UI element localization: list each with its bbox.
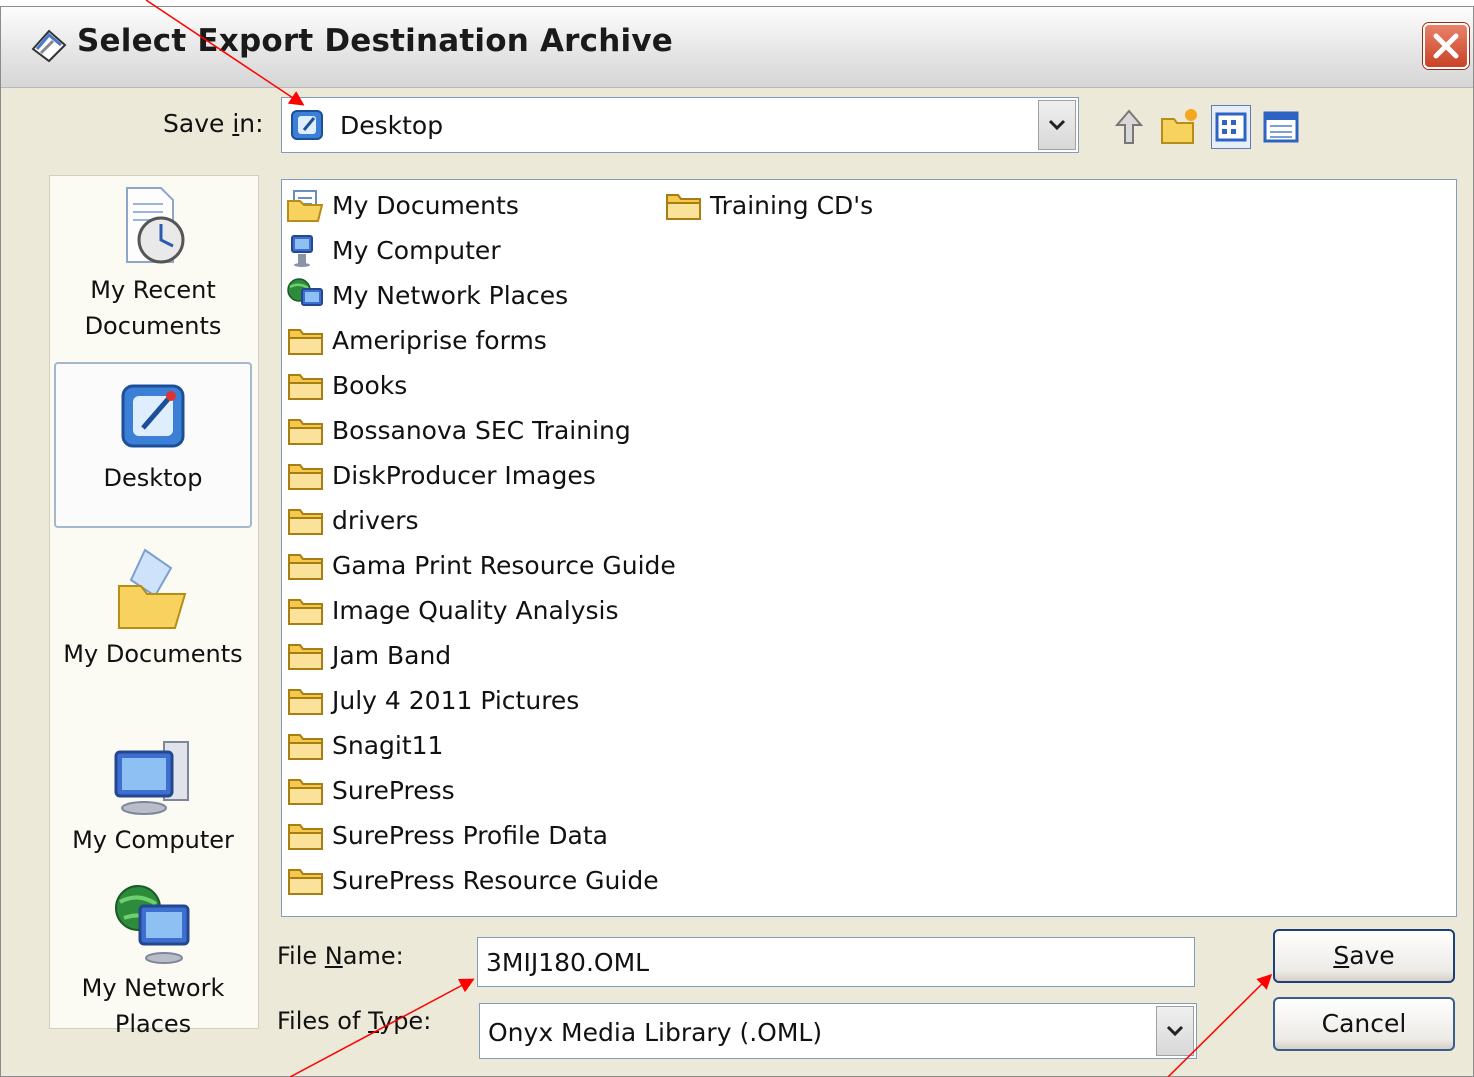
file-list-item[interactable]: Image Quality Analysis — [286, 589, 619, 631]
list-view-button[interactable] — [1211, 105, 1251, 149]
file-list-item[interactable]: SurePress Resource Guide — [286, 859, 659, 901]
my-computer-icon — [291, 235, 313, 267]
file-list-item[interactable]: drivers — [286, 499, 419, 541]
file-list-item[interactable]: My Documents — [286, 184, 519, 226]
folder-icon — [288, 824, 323, 850]
file-type-dropdown[interactable]: Onyx Media Library (.OML) — [479, 1003, 1197, 1059]
place-label: Places — [114, 1010, 192, 1038]
file-name-input[interactable]: 3MIJ180.OML — [477, 937, 1195, 987]
close-button[interactable] — [1423, 23, 1469, 69]
my-computer-icon — [114, 741, 189, 815]
details-view-icon — [1263, 111, 1299, 143]
file-list-item[interactable]: Bossanova SEC Training — [286, 409, 631, 451]
file-name: DiskProducer Images — [332, 460, 596, 490]
save-in-label: Save in: — [163, 109, 264, 138]
save-in-dropdown-button[interactable] — [1038, 100, 1076, 150]
save-in-value: Desktop — [340, 111, 444, 140]
folder-icon — [288, 599, 323, 625]
folder-icon — [288, 464, 323, 490]
folder-icon — [288, 419, 323, 445]
network-places-icon — [287, 278, 323, 306]
file-name: Bossanova SEC Training — [332, 415, 631, 445]
file-list-item[interactable]: Ameriprise forms — [286, 319, 547, 361]
dialog-title: Select Export Destination Archive — [77, 23, 673, 59]
export-dialog: Select Export Destination Archive Save i… — [0, 6, 1474, 1077]
folder-icon — [666, 194, 701, 220]
file-name-label: File Name: — [277, 942, 404, 970]
recent-documents-icon — [126, 187, 185, 264]
file-name: Jam Band — [332, 640, 452, 670]
folder-icon — [288, 869, 323, 895]
file-type-dropdown-button[interactable] — [1156, 1006, 1194, 1056]
file-name: My Documents — [332, 190, 519, 220]
file-list-item[interactable]: DiskProducer Images — [286, 454, 596, 496]
file-name: SurePress Resource Guide — [332, 865, 659, 895]
file-list-item[interactable]: SurePress Profile Data — [286, 814, 608, 856]
file-list-item[interactable]: July 4 2011 Pictures — [286, 679, 579, 721]
place-my-recent-documents[interactable]: My Recent Documents — [54, 182, 252, 352]
network-places-icon — [115, 885, 190, 964]
folder-icon — [288, 734, 323, 760]
file-type-label: Files of Type: — [277, 1007, 432, 1035]
up-folder-button[interactable] — [1109, 105, 1149, 149]
folder-icon — [288, 329, 323, 355]
file-name: My Network Places — [332, 280, 569, 310]
file-name: Snagit11 — [332, 730, 444, 760]
app-icon — [31, 29, 67, 63]
folder-icon — [288, 644, 323, 670]
file-list-item[interactable]: My Computer — [286, 229, 501, 271]
new-folder-icon — [1161, 109, 1197, 144]
place-my-computer[interactable]: My Computer — [54, 732, 252, 856]
file-list-item[interactable]: Training CD's — [664, 184, 873, 226]
file-name: Gama Print Resource Guide — [332, 550, 676, 580]
place-label: My Network — [81, 974, 225, 1002]
file-name: SurePress — [332, 775, 455, 805]
file-name: Training CD's — [710, 190, 874, 220]
file-name: July 4 2011 Pictures — [332, 685, 580, 715]
folder-icon — [288, 689, 323, 715]
place-label: My Recent — [90, 276, 216, 304]
place-label: Documents — [84, 312, 222, 340]
file-list-item[interactable]: Jam Band — [286, 634, 451, 676]
title-bar[interactable]: Select Export Destination Archive — [1, 7, 1473, 88]
folder-icon — [288, 779, 323, 805]
folder-icon — [288, 509, 323, 535]
file-name: Image Quality Analysis — [332, 595, 619, 625]
file-name: SurePress Profile Data — [332, 820, 608, 850]
close-icon — [1433, 33, 1459, 59]
folder-icon — [288, 374, 323, 400]
places-bar: My Recent Documents Desktop My Documents — [49, 175, 259, 1038]
file-name: Books — [332, 370, 408, 400]
my-documents-icon — [287, 190, 324, 222]
place-my-network-places[interactable]: My Network Places — [54, 882, 252, 1038]
details-view-button[interactable] — [1261, 105, 1301, 149]
place-label: My Documents — [63, 640, 243, 668]
place-label: My Computer — [72, 826, 234, 854]
file-name: My Computer — [332, 235, 501, 265]
place-my-documents[interactable]: My Documents — [54, 546, 252, 686]
place-desktop[interactable]: Desktop — [54, 362, 252, 528]
file-list-item[interactable]: Books — [286, 364, 407, 406]
list-view-icon — [1215, 112, 1247, 142]
up-folder-icon — [1114, 109, 1144, 144]
chevron-down-icon — [1048, 119, 1066, 131]
file-list-item[interactable]: My Network Places — [286, 274, 568, 316]
my-documents-folder-icon — [118, 548, 187, 629]
save-in-dropdown[interactable]: Desktop — [281, 97, 1079, 153]
file-name: Ameriprise forms — [332, 325, 547, 355]
file-list-item[interactable]: SurePress — [286, 769, 455, 811]
chevron-down-icon — [1166, 1025, 1184, 1037]
cancel-button[interactable]: Cancel — [1273, 997, 1455, 1051]
new-folder-button[interactable] — [1159, 105, 1199, 149]
file-list-item[interactable]: Snagit11 — [286, 724, 443, 766]
desktop-icon — [121, 384, 185, 448]
file-name: drivers — [332, 505, 419, 535]
place-label: Desktop — [103, 464, 203, 492]
folder-icon — [288, 554, 323, 580]
file-type-value: Onyx Media Library (.OML) — [488, 1018, 823, 1047]
save-button[interactable]: Save — [1273, 929, 1455, 983]
file-list-item[interactable]: Gama Print Resource Guide — [286, 544, 676, 586]
file-list[interactable]: My Documents My Computer My Network Places… — [281, 179, 1457, 917]
desktop-icon — [291, 110, 323, 140]
